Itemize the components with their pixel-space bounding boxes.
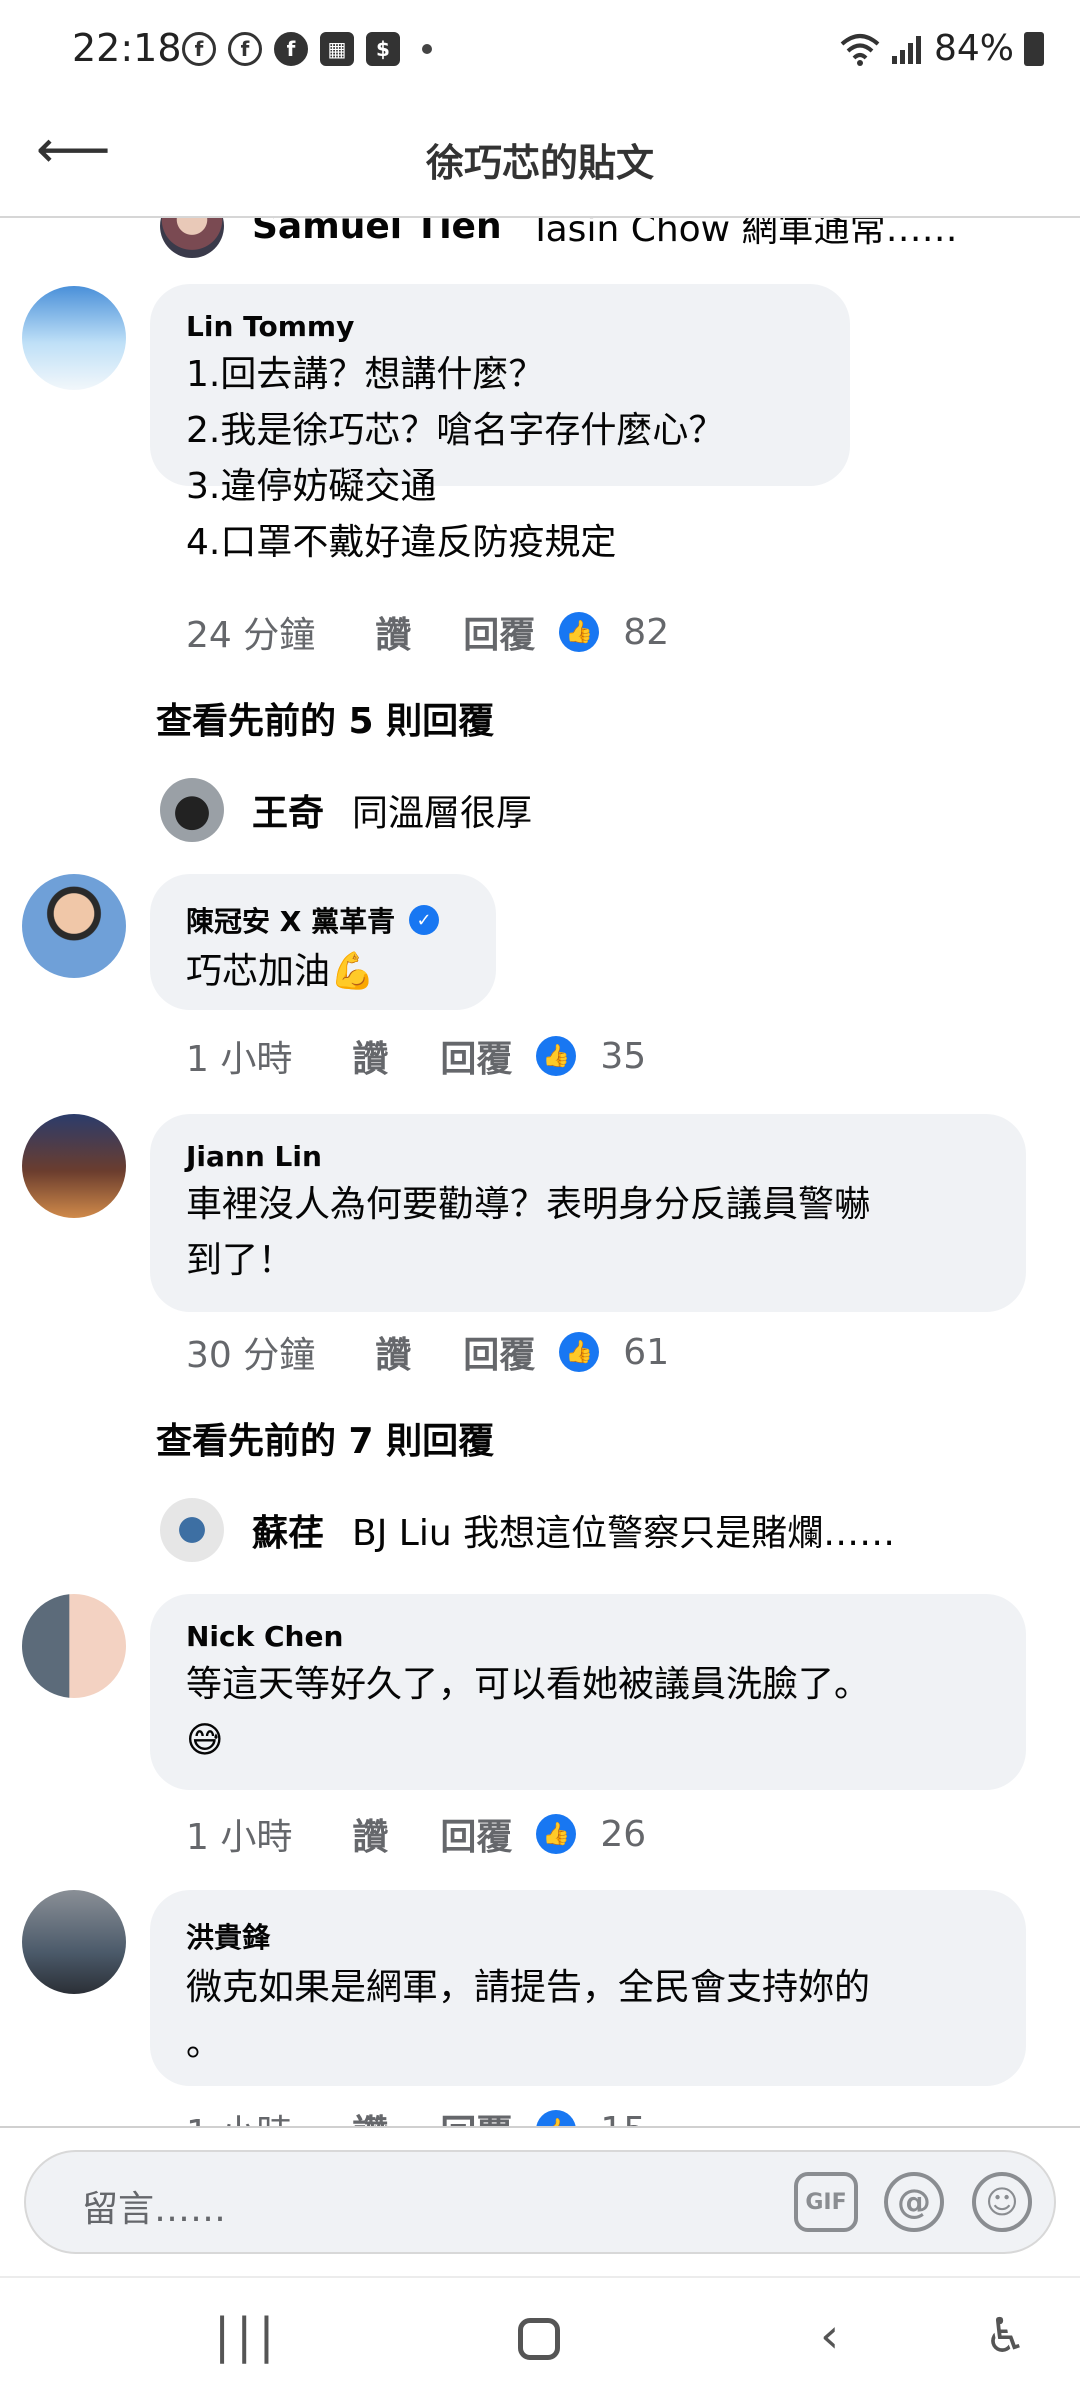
reply-item[interactable]: 王奇 同溫層很厚 <box>160 778 532 842</box>
facebook-notification-icon: f <box>228 32 262 66</box>
thumbs-up-icon: 👍 <box>536 1814 577 1854</box>
thumbs-up-icon: 👍 <box>559 1332 600 1372</box>
comment-composer: 留言…… GIF @ ☺ <box>0 2126 1080 2276</box>
comment-author[interactable]: 洪貴鋒 <box>186 1916 988 1956</box>
comment-time: 24 分鐘 <box>186 615 316 656</box>
reply-text: 同溫層很厚 <box>352 793 533 834</box>
view-previous-replies-link[interactable]: 查看先前的 7 則回覆 <box>156 1412 494 1464</box>
comment-bubble[interactable]: 洪貴鋒 微克如果是網軍，請提告，全民會支持妳的 。 <box>150 1890 1026 2086</box>
avatar[interactable] <box>22 286 126 390</box>
comment-meta: 1 小時 讚 回覆 👍 15 <box>186 2104 646 2128</box>
comment-time: 30 分鐘 <box>186 1335 316 1376</box>
system-navigation-bar: ||| ‹ ♿ <box>0 2276 1080 2402</box>
app-header: ⟵ 徐巧芯的貼文 <box>0 100 1080 218</box>
like-count[interactable]: 61 <box>623 1332 669 1373</box>
like-button[interactable]: 讚 <box>375 606 411 658</box>
emoji-icon[interactable]: ☺ <box>972 2172 1032 2232</box>
view-previous-replies-link[interactable]: 查看先前的 5 則回覆 <box>156 692 494 744</box>
facebook-notification-icon: f <box>274 32 308 66</box>
flexed-biceps-emoji-icon: 💪 <box>330 951 375 992</box>
comment-text: 巧芯加油💪 <box>186 944 458 1000</box>
app-notification-icon: ▦ <box>320 32 354 66</box>
comment-text: 微克如果是網軍，請提告，全民會支持妳的 。 <box>186 1967 871 2064</box>
thumbs-up-icon: 👍 <box>536 1036 577 1076</box>
wifi-icon <box>840 33 880 66</box>
battery-percent: 84% <box>933 28 1014 69</box>
like-count[interactable]: 82 <box>623 612 669 653</box>
reply-button[interactable]: 回覆 <box>440 1030 512 1082</box>
like-button[interactable]: 讚 <box>352 1808 388 1860</box>
like-button[interactable]: 讚 <box>375 1326 411 1378</box>
like-button[interactable]: 讚 <box>352 2104 388 2128</box>
comment-text: 等這天等好久了，可以看她被議員洗臉了。 😅 <box>186 1657 988 1769</box>
comment-input[interactable]: 留言…… GIF @ ☺ <box>24 2150 1056 2254</box>
reply-author[interactable]: 王奇 <box>252 784 324 836</box>
comment-time: 1 小時 <box>186 2104 292 2128</box>
comment-author-row: 陳冠安 X 黨革青 ✓ <box>186 900 458 940</box>
avatar[interactable] <box>22 1594 126 1698</box>
comment-meta: 30 分鐘 讚 回覆 👍 61 <box>186 1326 669 1378</box>
like-button[interactable]: 讚 <box>352 1030 388 1082</box>
system-status: 84% <box>840 28 1044 69</box>
status-bar: 22:18 f f f ▦ $ 84% <box>0 0 1080 100</box>
facebook-notification-icon: f <box>182 32 216 66</box>
comment-bubble[interactable]: Lin Tommy 1.回去講？想講什麼？ 2.我是徐巧芯？嗆名字存什麼心？ 3… <box>150 284 850 563</box>
reply-item[interactable]: Samuel Tien Tasin Chow 網軍通常…… <box>160 218 958 258</box>
comment-meta: 24 分鐘 讚 回覆 👍 82 <box>186 606 669 658</box>
page-title: 徐巧芯的貼文 <box>425 141 654 185</box>
reply-button[interactable]: 回覆 <box>463 1326 535 1378</box>
mention-icon[interactable]: @ <box>884 2172 944 2232</box>
signal-icon <box>891 35 921 64</box>
comment-author[interactable]: 陳冠安 X 黨革青 <box>186 900 395 940</box>
clock: 22:18 <box>72 26 182 70</box>
reply-author[interactable]: 蘇荏 <box>252 1504 324 1556</box>
avatar[interactable] <box>22 874 126 978</box>
avatar[interactable] <box>160 1498 224 1562</box>
comment-input-placeholder: 留言…… <box>82 2189 227 2230</box>
reply-button[interactable]: 回覆 <box>440 1808 512 1860</box>
comment-bubble[interactable]: Jiann Lin 車裡沒人為何要勸導？表明身分反議員警嚇 到了！ <box>150 1114 1026 1312</box>
grinning-sweat-emoji-icon: 😅 <box>186 1720 224 1761</box>
reply-button[interactable]: 回覆 <box>440 2104 512 2128</box>
shopping-bag-icon: $ <box>366 32 400 66</box>
home-icon[interactable] <box>518 2318 560 2360</box>
verified-badge-icon: ✓ <box>409 905 440 935</box>
comment-meta: 1 小時 讚 回覆 👍 26 <box>186 1808 646 1860</box>
reply-text: BJ Liu 我想這位警察只是賭爛…… <box>352 1513 896 1554</box>
like-count[interactable]: 26 <box>600 1814 646 1855</box>
comment-bubble[interactable]: 陳冠安 X 黨革青 ✓ 巧芯加油💪 <box>150 874 496 1010</box>
avatar[interactable] <box>22 1890 126 1994</box>
more-notifications-dot-icon <box>422 44 432 54</box>
battery-icon <box>1024 31 1044 66</box>
comment-author[interactable]: Jiann Lin <box>186 1140 988 1173</box>
comment-time: 1 小時 <box>186 1817 293 1858</box>
like-count[interactable]: 35 <box>600 1036 646 1077</box>
comment-text: 1.回去講？想講什麼？ 2.我是徐巧芯？嗆名字存什麼心？ 3.違停妨礙交通 4.… <box>186 354 725 563</box>
thumbs-up-icon: 👍 <box>559 612 600 652</box>
comments-feed[interactable]: Samuel Tien Tasin Chow 網軍通常…… Lin Tommy … <box>0 218 1080 2128</box>
back-icon[interactable]: ‹ <box>820 2308 839 2364</box>
comment-author[interactable]: Lin Tommy <box>186 310 812 343</box>
avatar[interactable] <box>160 778 224 842</box>
comment-author[interactable]: Nick Chen <box>186 1620 988 1653</box>
comment-bubble[interactable]: Nick Chen 等這天等好久了，可以看她被議員洗臉了。 😅 <box>150 1594 1026 1790</box>
reply-button[interactable]: 回覆 <box>463 606 535 658</box>
notification-icons: f f f ▦ $ <box>182 32 432 66</box>
reply-author[interactable]: Samuel Tien <box>252 218 502 247</box>
reply-text: Tasin Chow 網軍通常…… <box>529 218 958 250</box>
reply-item[interactable]: 蘇荏 BJ Liu 我想這位警察只是賭爛…… <box>160 1498 895 1562</box>
accessibility-icon[interactable]: ♿ <box>984 2308 1027 2364</box>
avatar[interactable] <box>160 218 224 258</box>
comment-text: 車裡沒人為何要勸導？表明身分反議員警嚇 到了！ <box>186 1184 871 1281</box>
comment-meta: 1 小時 讚 回覆 👍 35 <box>186 1030 646 1082</box>
comment-time: 1 小時 <box>186 1039 293 1080</box>
avatar[interactable] <box>22 1114 126 1218</box>
gif-icon[interactable]: GIF <box>794 2172 858 2232</box>
recent-apps-icon[interactable]: ||| <box>214 2308 281 2364</box>
